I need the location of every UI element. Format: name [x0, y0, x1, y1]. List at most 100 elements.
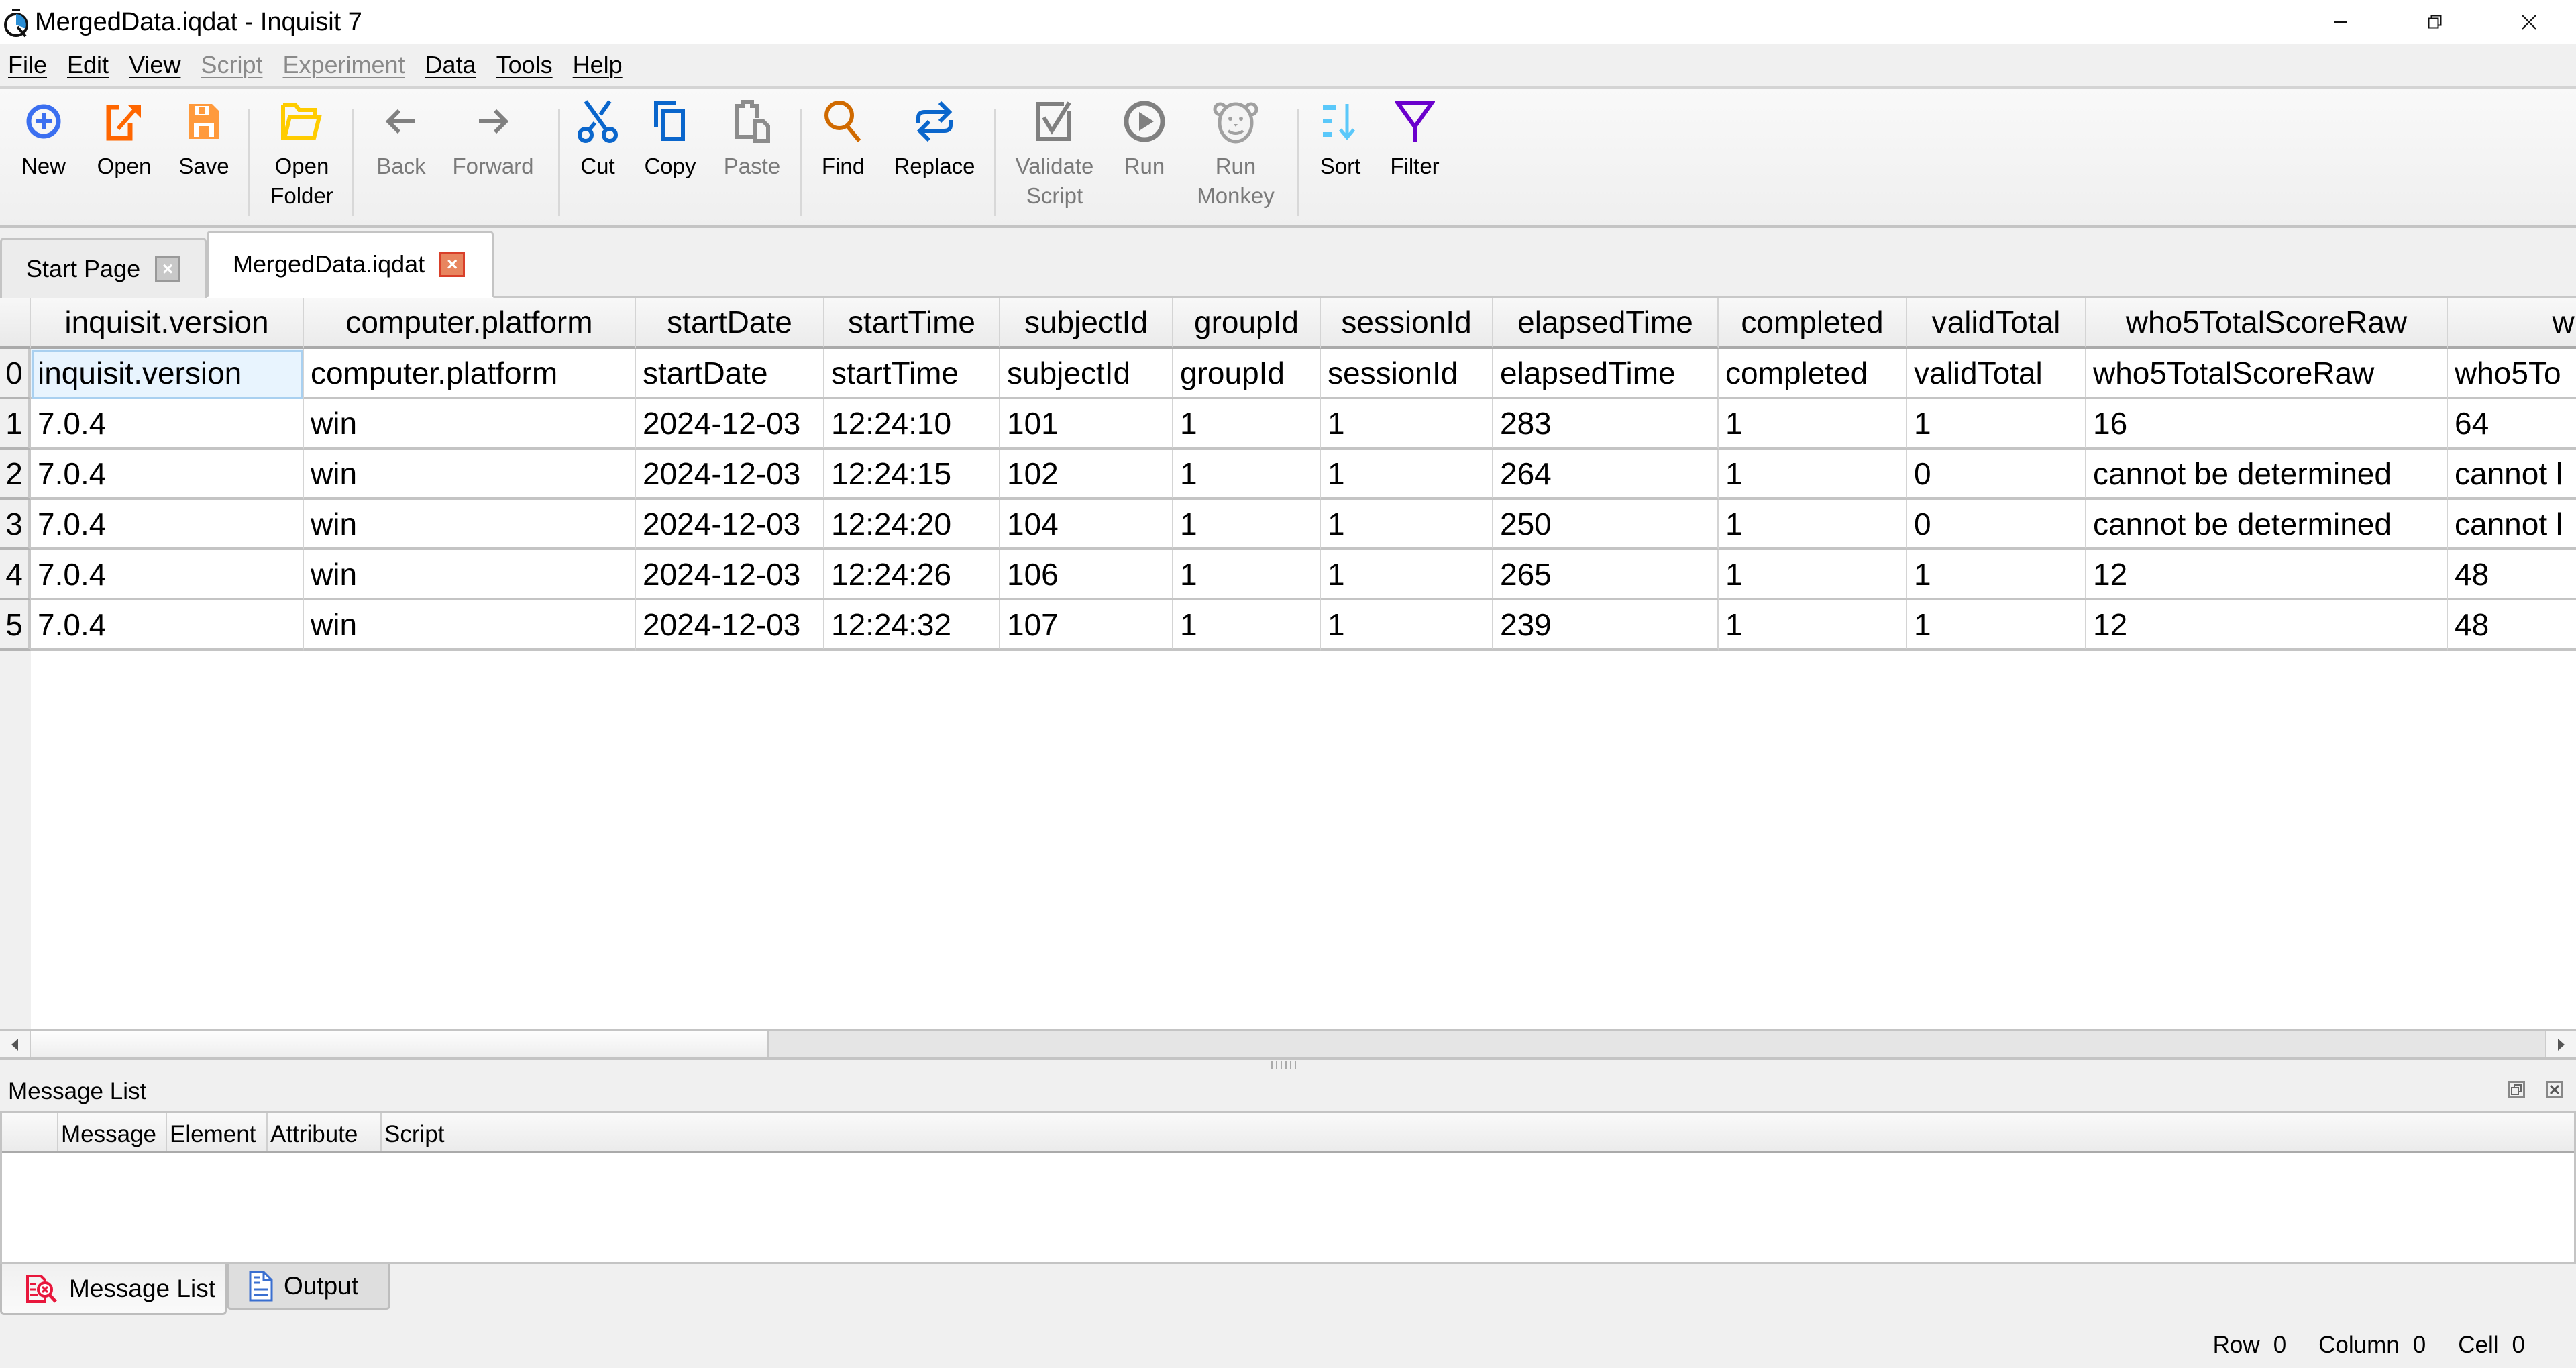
menu-edit[interactable]: Edit — [67, 48, 121, 82]
forward-button[interactable]: Forward — [449, 98, 537, 181]
grid-cell[interactable]: 12 — [2086, 550, 2448, 600]
tab-message-list[interactable]: Message List — [0, 1264, 227, 1315]
tab-merged-data[interactable]: MergedData.iqdat × — [207, 231, 494, 298]
grid-cell[interactable]: subjectId — [1000, 349, 1173, 399]
open-button[interactable]: Open — [94, 98, 154, 181]
menu-data[interactable]: Data — [425, 48, 488, 82]
grid-cell[interactable]: 0 — [1907, 450, 2086, 500]
minimize-button[interactable] — [2301, 0, 2381, 44]
splitter-handle[interactable] — [1271, 1061, 1309, 1069]
grid-cell[interactable]: 1 — [1173, 399, 1321, 450]
grid-cell[interactable]: 12 — [2086, 600, 2448, 651]
new-button[interactable]: New — [19, 98, 68, 181]
grid-cell[interactable]: win — [304, 399, 636, 450]
column-header-message[interactable]: Message — [57, 1113, 167, 1151]
grid-cell[interactable]: win — [304, 450, 636, 500]
row-header[interactable]: 4 — [0, 550, 31, 600]
grid-cell[interactable]: cannot l — [2448, 450, 2576, 500]
grid-cell[interactable]: 1 — [1173, 450, 1321, 500]
grid-cell[interactable]: 1 — [1321, 399, 1493, 450]
grid-cell[interactable]: 101 — [1000, 399, 1173, 450]
grid-cell[interactable]: cannot l — [2448, 500, 2576, 550]
menu-script[interactable]: Script — [201, 48, 274, 82]
grid-cell[interactable]: 7.0.4 — [31, 399, 304, 450]
grid-cell[interactable]: 7.0.4 — [31, 450, 304, 500]
grid-cell[interactable]: 2024-12-03 — [636, 450, 824, 500]
horizontal-scrollbar[interactable] — [0, 1029, 2576, 1060]
grid-cell[interactable]: 12:24:10 — [824, 399, 1000, 450]
grid-cell[interactable]: 283 — [1493, 399, 1719, 450]
grid-cell[interactable]: who5To — [2448, 349, 2576, 399]
grid-cell[interactable]: 1 — [1173, 550, 1321, 600]
grid-cell[interactable]: 1 — [1907, 399, 2086, 450]
menu-help[interactable]: Help — [573, 48, 635, 82]
grid-cell[interactable]: 1 — [1173, 600, 1321, 651]
grid-cell[interactable]: 2024-12-03 — [636, 399, 824, 450]
grid-cell[interactable]: 1 — [1719, 500, 1907, 550]
grid-cell[interactable]: 1 — [1719, 399, 1907, 450]
close-button[interactable] — [2489, 0, 2569, 44]
grid-cell[interactable]: 12:24:26 — [824, 550, 1000, 600]
column-header[interactable]: validTotal — [1907, 298, 2086, 349]
find-button[interactable]: Find — [816, 98, 871, 181]
grid-cell[interactable]: 1 — [1321, 500, 1493, 550]
grid-cell[interactable]: 1 — [1907, 550, 2086, 600]
row-header[interactable]: 3 — [0, 500, 31, 550]
column-header-script[interactable]: Script — [380, 1113, 515, 1151]
grid-cell[interactable]: 1 — [1321, 450, 1493, 500]
grid-cell[interactable]: cannot be determined — [2086, 450, 2448, 500]
menu-view[interactable]: View — [129, 48, 193, 82]
close-tab-icon[interactable]: × — [439, 252, 466, 277]
grid-cell[interactable]: win — [304, 600, 636, 651]
column-header[interactable]: startDate — [636, 298, 824, 349]
row-header[interactable]: 2 — [0, 450, 31, 500]
grid-cell[interactable]: computer.platform — [304, 349, 636, 399]
grid-cell[interactable]: sessionId — [1321, 349, 1493, 399]
close-panel-button[interactable] — [2546, 1081, 2563, 1098]
column-header[interactable]: sessionId — [1321, 298, 1493, 349]
grid-cell[interactable]: 2024-12-03 — [636, 550, 824, 600]
menu-tools[interactable]: Tools — [496, 48, 565, 82]
run-monkey-button[interactable]: Run Monkey — [1194, 98, 1277, 211]
grid-cell[interactable]: 1 — [1321, 550, 1493, 600]
grid-cell[interactable]: 265 — [1493, 550, 1719, 600]
grid-cell[interactable]: who5TotalScoreRaw — [2086, 349, 2448, 399]
grid-cell[interactable]: 16 — [2086, 399, 2448, 450]
column-header[interactable]: completed — [1719, 298, 1907, 349]
grid-cell[interactable]: 12:24:20 — [824, 500, 1000, 550]
filter-button[interactable]: Filter — [1386, 98, 1444, 181]
row-header[interactable]: 1 — [0, 399, 31, 450]
grid-cell[interactable]: validTotal — [1907, 349, 2086, 399]
run-button[interactable]: Run — [1118, 98, 1171, 181]
grid-cell[interactable]: 48 — [2448, 550, 2576, 600]
grid-cell[interactable]: 1 — [1719, 600, 1907, 651]
grid-cell[interactable]: win — [304, 500, 636, 550]
grid-cell[interactable]: 102 — [1000, 450, 1173, 500]
replace-button[interactable]: Replace — [891, 98, 978, 181]
grid-cell[interactable]: 250 — [1493, 500, 1719, 550]
column-header[interactable]: computer.platform — [304, 298, 636, 349]
scrollbar-thumb[interactable] — [31, 1031, 769, 1057]
grid-cell[interactable]: 1 — [1719, 550, 1907, 600]
grid-cell[interactable]: 48 — [2448, 600, 2576, 651]
close-tab-icon[interactable]: × — [155, 256, 181, 282]
column-header[interactable]: elapsedTime — [1493, 298, 1719, 349]
grid-cell[interactable]: 12:24:15 — [824, 450, 1000, 500]
grid-cell[interactable]: completed — [1719, 349, 1907, 399]
back-button[interactable]: Back — [373, 98, 429, 181]
sort-button[interactable]: Sort — [1315, 98, 1366, 181]
column-header-element[interactable]: Element — [166, 1113, 268, 1151]
column-header[interactable]: who5TotalScoreRaw — [2086, 298, 2448, 349]
validate-script-button[interactable]: Validate Script — [1013, 98, 1096, 211]
scroll-left-button[interactable] — [0, 1031, 31, 1057]
grid-cell[interactable]: 1 — [1719, 450, 1907, 500]
grid-cell[interactable]: startDate — [636, 349, 824, 399]
menu-experiment[interactable]: Experiment — [282, 48, 417, 82]
column-header[interactable]: inquisit.version — [31, 298, 304, 349]
grid-cell[interactable]: 2024-12-03 — [636, 500, 824, 550]
grid-cell[interactable]: 107 — [1000, 600, 1173, 651]
grid-cell[interactable]: 1 — [1907, 600, 2086, 651]
grid-cell[interactable]: 264 — [1493, 450, 1719, 500]
grid-corner[interactable] — [0, 298, 31, 349]
tab-output[interactable]: Output — [227, 1264, 390, 1310]
